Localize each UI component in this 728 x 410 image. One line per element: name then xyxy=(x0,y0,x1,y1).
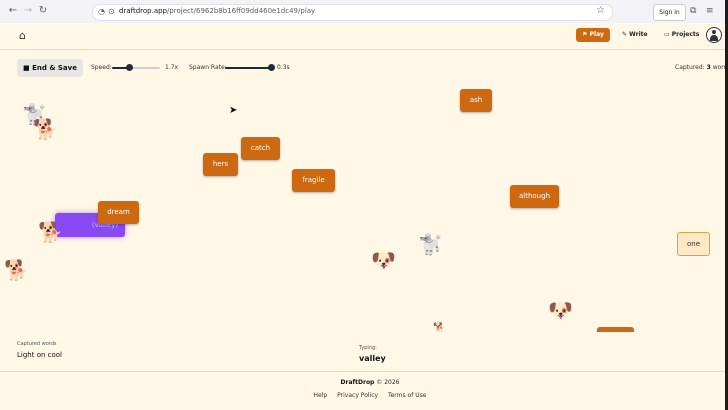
dog-face-icon: 🐶 xyxy=(371,248,396,272)
end-save-label: End & Save xyxy=(32,64,77,72)
speed-slider[interactable] xyxy=(112,64,160,71)
dog-face-icon: 🐶 xyxy=(548,298,573,322)
projects-nav-button[interactable]: ▭ Projects xyxy=(664,28,699,42)
folder-icon: ▭ xyxy=(664,31,670,38)
spawn-slider-fill xyxy=(225,67,271,69)
write-nav-button[interactable]: ✎ Write xyxy=(622,28,648,42)
dog-icon: 🐕 xyxy=(433,323,446,332)
falling-word[interactable]: although xyxy=(510,185,559,208)
play-nav-button[interactable]: ⚑ Play xyxy=(576,28,610,42)
url-text: draftdrop.app/project/6962b8b16ff09dd460… xyxy=(119,7,315,15)
captured-words-label: Captured words xyxy=(17,341,57,347)
falling-word[interactable]: catch xyxy=(241,137,280,160)
bookmark-star-icon[interactable]: ☆ xyxy=(596,6,605,16)
falling-word[interactable]: fragile xyxy=(292,169,335,192)
shield-icon[interactable]: ◔ xyxy=(98,7,105,17)
user-avatar-icon[interactable] xyxy=(706,27,722,43)
browser-toolbar: ← → ↻ ◔ ⊙ draftdrop.app/project/6962b8b1… xyxy=(0,0,725,24)
captured-prefix: Captured: xyxy=(675,64,705,71)
captured-words-value: Light on cool xyxy=(17,351,62,359)
footer-brand-name: DraftDrop xyxy=(340,379,375,386)
footer-link-privacy[interactable]: Privacy Policy xyxy=(337,392,378,399)
dog-icon: 🐕 xyxy=(38,220,63,244)
address-bar[interactable]: ◔ ⊙ draftdrop.app/project/6962b8b16ff09d… xyxy=(92,4,613,21)
footer-links: Help Privacy Policy Terms of Use xyxy=(0,392,725,399)
extension-sign-in[interactable]: Sign in xyxy=(653,4,686,21)
speed-label: Speed: xyxy=(91,64,112,71)
browser-window: ← → ↻ ◔ ⊙ draftdrop.app/project/6962b8b1… xyxy=(0,0,725,410)
projects-label: Projects xyxy=(671,31,700,38)
footer-copyright: © 2026 xyxy=(376,379,400,386)
end-and-save-button[interactable]: ■ End & Save xyxy=(17,59,83,77)
falling-word[interactable]: one xyxy=(677,232,710,256)
menu-icon[interactable]: ≡ xyxy=(706,6,714,16)
url-path: /project/6962b8b16ff09dd460e1dc49/play xyxy=(167,7,316,15)
captured-number: 3 xyxy=(706,64,711,71)
avatar-body xyxy=(710,35,718,41)
spawn-rate-slider[interactable] xyxy=(225,64,275,71)
stop-icon: ■ xyxy=(23,64,30,72)
avatar-head xyxy=(712,30,716,34)
back-arrow-icon[interactable]: ← xyxy=(7,5,19,17)
extensions-icon[interactable]: ⧉ xyxy=(690,6,696,16)
captured-suffix: words xyxy=(712,64,725,71)
spawn-rate-value: 0.3s xyxy=(277,64,290,71)
speed-slider-thumb[interactable] xyxy=(125,64,133,71)
play-label: Play xyxy=(589,31,604,38)
typing-value: valley xyxy=(359,354,386,363)
footer-link-help[interactable]: Help xyxy=(314,392,328,399)
home-icon[interactable]: ⌂ xyxy=(19,30,26,41)
write-label: Write xyxy=(629,31,648,38)
captured-count: Captured: 3 words xyxy=(675,64,725,71)
status-panel: Captured words Light on cool Typing: val… xyxy=(0,332,725,372)
dog-icon: 🐕 xyxy=(4,258,29,282)
flag-icon: ⚑ xyxy=(582,31,588,38)
forward-arrow-icon[interactable]: → xyxy=(22,5,34,17)
game-play-area[interactable]: ash catch hers fragile although (valley)… xyxy=(0,82,725,332)
falling-word[interactable]: ash xyxy=(460,89,492,112)
falling-word[interactable]: hers xyxy=(203,153,238,176)
dog-icon: 🐕 xyxy=(33,117,58,141)
typing-label: Typing: xyxy=(359,345,377,351)
mouse-cursor-icon: ➤ xyxy=(229,105,238,116)
falling-word[interactable]: dream xyxy=(98,201,139,224)
page-info-icon[interactable]: ⊙ xyxy=(108,7,115,17)
footer-brand: DraftDrop © 2026 xyxy=(0,379,725,386)
poodle-icon: 🐩 xyxy=(418,232,443,256)
footer-link-terms[interactable]: Terms of Use xyxy=(388,392,426,399)
url-domain: draftdrop.app xyxy=(119,7,167,15)
spawn-rate-label: Spawn Rate: xyxy=(189,64,227,71)
reload-icon[interactable]: ↻ xyxy=(37,5,49,17)
speed-value: 1.7x xyxy=(165,64,179,71)
app-header: ⌂ ⚑ Play ✎ Write ▭ Projects xyxy=(0,23,725,50)
spawn-slider-thumb[interactable] xyxy=(267,64,275,71)
pencil-icon: ✎ xyxy=(622,31,628,38)
